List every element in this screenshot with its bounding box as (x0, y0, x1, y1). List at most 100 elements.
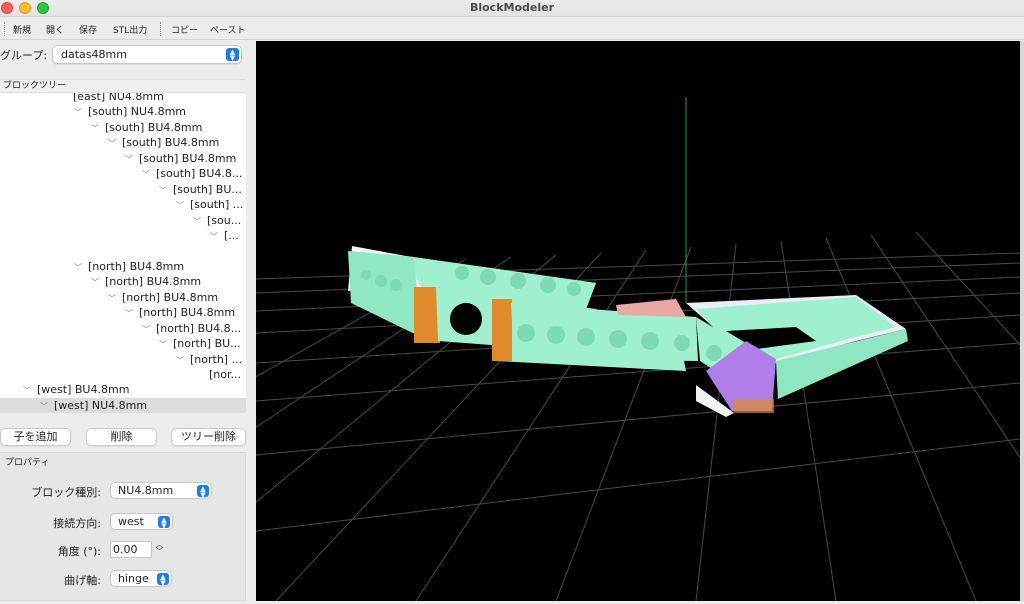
chevron-down-icon[interactable]: ﹀ (23, 383, 35, 397)
tree-row-label: [sou... (207, 214, 242, 227)
joint-pink (616, 299, 686, 317)
block-type-label: ブロック種別: (31, 486, 101, 499)
title-bar: BlockModeler (0, 0, 1024, 17)
updown-chevron-icon: ▲ ▼ (158, 516, 170, 530)
toolbar: 新規 開く 保存 STL出力 コピー ペースト (0, 18, 1024, 40)
tree-row[interactable]: [east] NU4.8mm (0, 93, 246, 104)
arm-end-face (348, 251, 421, 337)
updown-chevron-icon: ▲ ▼ (197, 485, 209, 499)
angle-stepper[interactable]: ︿ ﹀ (154, 541, 165, 558)
tree-row-label: [north] BU... (173, 337, 241, 350)
tree-row-label: [south] BU4.8mm (139, 152, 237, 165)
chevron-down-icon[interactable]: ﹀ (159, 183, 171, 197)
chevron-down-icon[interactable]: ﹀ (91, 275, 103, 289)
group-label: グループ: (0, 49, 48, 62)
tree-row-label: [south] BU4.8mm (122, 136, 220, 149)
updown-chevron-icon: ▲ ▼ (157, 573, 169, 587)
chevron-down-icon[interactable]: ﹀ (142, 167, 154, 181)
chevron-down-icon[interactable]: ﹀ (91, 121, 103, 135)
tree-row[interactable]: ﹀ [south] BU4.8mm (0, 151, 246, 166)
chevron-down-icon[interactable]: ﹀ (159, 337, 171, 351)
joint-orange (414, 287, 440, 343)
joint-orange (734, 399, 774, 413)
paste-button[interactable]: ペースト (210, 23, 246, 36)
delete-tree-button[interactable]: ツリー削除 (171, 428, 246, 446)
chevron-down-icon[interactable]: ﹀ (74, 105, 86, 119)
delete-button[interactable]: 削除 (86, 428, 157, 446)
properties-title: プロパティ (5, 458, 50, 468)
tree-row[interactable]: ﹀ [south] BU4.8... (0, 166, 246, 181)
3d-scene (0, 97, 1024, 602)
tree-row[interactable]: ﹀ [north] BU4.8mm (0, 305, 246, 320)
block-type-value: NU4.8mm (118, 484, 174, 497)
toolbar-grip (4, 22, 5, 36)
chevron-down-icon[interactable]: ﹀ (176, 198, 188, 212)
tree-row[interactable]: ﹀ [south] NU4.8mm (0, 104, 246, 119)
tree-row[interactable]: ﹀ [south] BU4.8mm (0, 135, 246, 150)
tree-row-label: [nor... (209, 368, 241, 381)
bend-axis-label: 曲げ軸: (64, 574, 101, 587)
tree-row[interactable]: ﹀ [south] BU4.8mm (0, 120, 246, 135)
tree-row[interactable]: ﹀ [north] BU4.8... (0, 321, 246, 336)
window-title: BlockModeler (469, 1, 555, 14)
chevron-down-icon[interactable]: ﹀ (74, 260, 86, 274)
copy-button[interactable]: コピー (171, 23, 198, 36)
tree-row[interactable]: ﹀ [sou... (0, 213, 246, 228)
tree-row-label: [north] ... (190, 353, 243, 366)
tree-row-label: [west] NU4.8mm (54, 399, 148, 412)
tree-row[interactable]: ﹀ [... (0, 228, 246, 243)
open-button[interactable]: 開く (46, 23, 64, 36)
new-button[interactable]: 新規 (13, 23, 31, 36)
chevron-down-icon[interactable]: ﹀ (40, 399, 52, 413)
chevron-down-icon[interactable]: ﹀ (142, 322, 154, 336)
window-edge (1020, 41, 1024, 601)
3d-viewport[interactable] (0, 41, 1024, 602)
tree-row-label: [north] BU4.8mm (88, 260, 185, 273)
tree-row[interactable]: ﹀ [south] ... (0, 197, 246, 212)
tree-row-label: [south] BU4.8... (156, 167, 243, 180)
chevron-down-icon[interactable]: ﹀ (125, 152, 137, 166)
tree-row[interactable]: ﹀ [north] BU... (0, 336, 246, 351)
block-model[interactable] (348, 246, 908, 417)
tree-row-label: [north] BU4.8mm (122, 291, 219, 304)
chevron-down-icon[interactable]: ﹀ (108, 136, 120, 150)
tree-row-label: [west] BU4.8mm (37, 383, 130, 396)
tree-row-label: [south] BU... (173, 183, 242, 196)
tree-row[interactable]: ﹀ [north] BU4.8mm (0, 259, 246, 274)
group-select-value: datas48mm (61, 48, 127, 61)
tree-row[interactable]: ﹀ [west] BU4.8mm (0, 382, 246, 397)
chevron-down-icon[interactable]: ﹀ (176, 353, 188, 367)
chevron-down-icon[interactable]: ﹀ (210, 229, 222, 243)
angle-label: 角度 (°): (57, 545, 101, 558)
group-select[interactable]: datas48mm ▲ ▼ (52, 45, 242, 64)
tree-row-label: [east] NU4.8mm (73, 93, 164, 103)
stl-export-button[interactable]: STL出力 (113, 23, 147, 36)
updown-chevron-icon: ▲ ▼ (226, 48, 239, 62)
bend-axis-select[interactable]: hinge ▲ ▼ (110, 570, 172, 587)
tree-row[interactable]: ﹀ [north] BU4.8mm (0, 290, 246, 305)
tree-row-label: [south] ... (190, 198, 244, 211)
block-tree[interactable]: [east] NU4.8mm ﹀ [south] NU4.8mm ﹀ [south]… (0, 93, 246, 413)
tree-row-label: [north] BU4.8mm (139, 306, 236, 319)
large-hole (450, 303, 482, 335)
tree-row-selected[interactable]: ﹀ [west] NU4.8mm (0, 398, 246, 413)
tree-row[interactable]: ﹀ [north] BU4.8mm (0, 274, 246, 289)
tree-row-label: [... (224, 229, 239, 242)
block-type-select[interactable]: NU4.8mm ▲ ▼ (110, 482, 212, 499)
toolbar-separator (160, 22, 161, 36)
bend-axis-value: hinge (118, 572, 149, 585)
chevron-down-icon[interactable]: ﹀ (108, 291, 120, 305)
tree-row[interactable]: ﹀ [south] BU... (0, 182, 246, 197)
direction-label: 接続方向: (53, 517, 101, 530)
angle-input[interactable]: 0.00 (110, 541, 152, 558)
tree-row[interactable]: ﹀ [north] ... (0, 352, 246, 367)
tree-row-label: [south] BU4.8mm (105, 121, 203, 134)
tree-column-header: ブロックツリー (0, 79, 246, 93)
tree-row[interactable]: [nor... (0, 367, 246, 382)
add-child-button[interactable]: 子を追加 (0, 428, 71, 446)
chevron-down-icon[interactable]: ﹀ (193, 214, 205, 228)
direction-select[interactable]: west ▲ ▼ (110, 513, 173, 530)
chevron-down-icon[interactable]: ﹀ (125, 306, 137, 320)
joint-orange (492, 299, 512, 361)
save-button[interactable]: 保存 (79, 23, 97, 36)
